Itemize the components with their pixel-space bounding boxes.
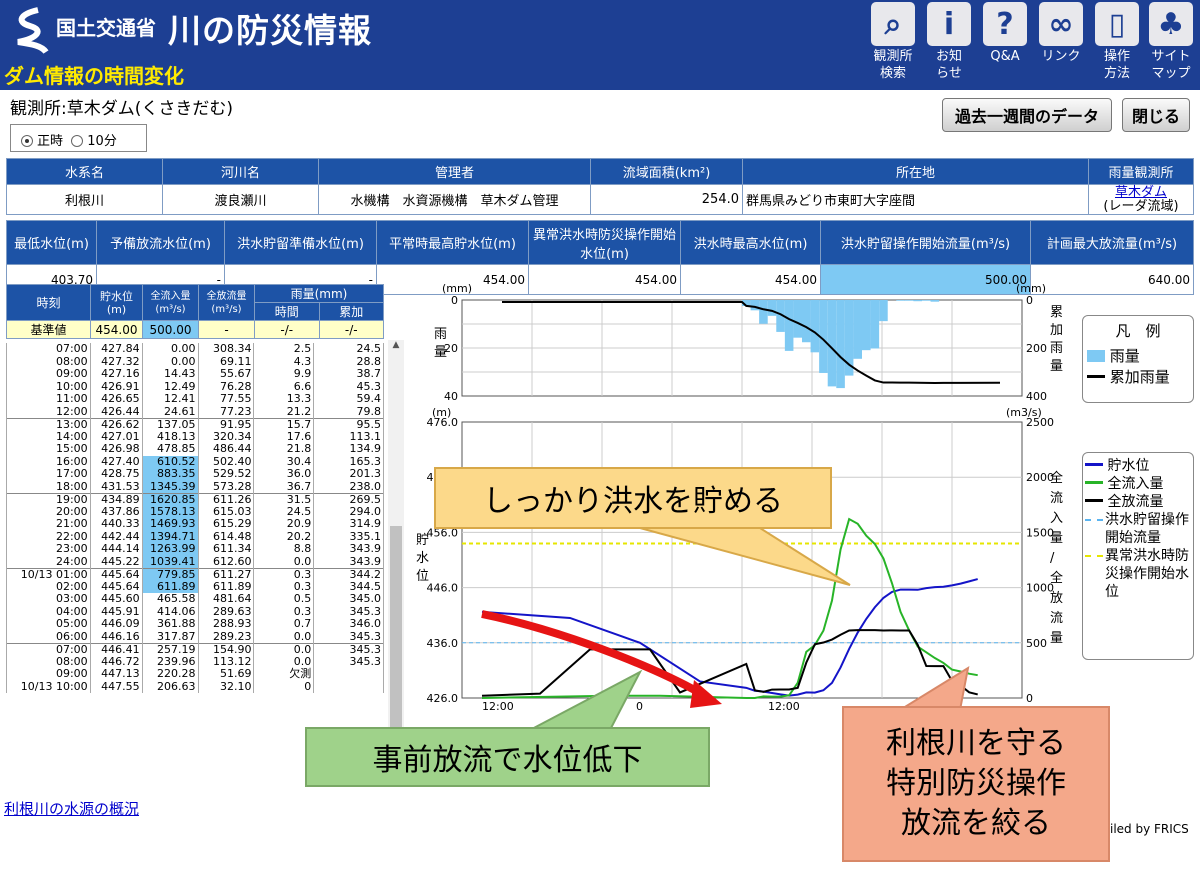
callout-store-flood: しっかり洪水を貯める (434, 467, 832, 529)
river-source-link[interactable]: 利根川の水源の概況 (4, 798, 139, 819)
descent-arrow-icon (481, 610, 702, 697)
callout-special-operation: 利根川を守る 特別防災操作 放流を絞る (842, 706, 1110, 862)
frics-credit: iled by FRICS (1110, 822, 1189, 836)
callout-predischarge: 事前放流で水位低下 (305, 727, 710, 787)
